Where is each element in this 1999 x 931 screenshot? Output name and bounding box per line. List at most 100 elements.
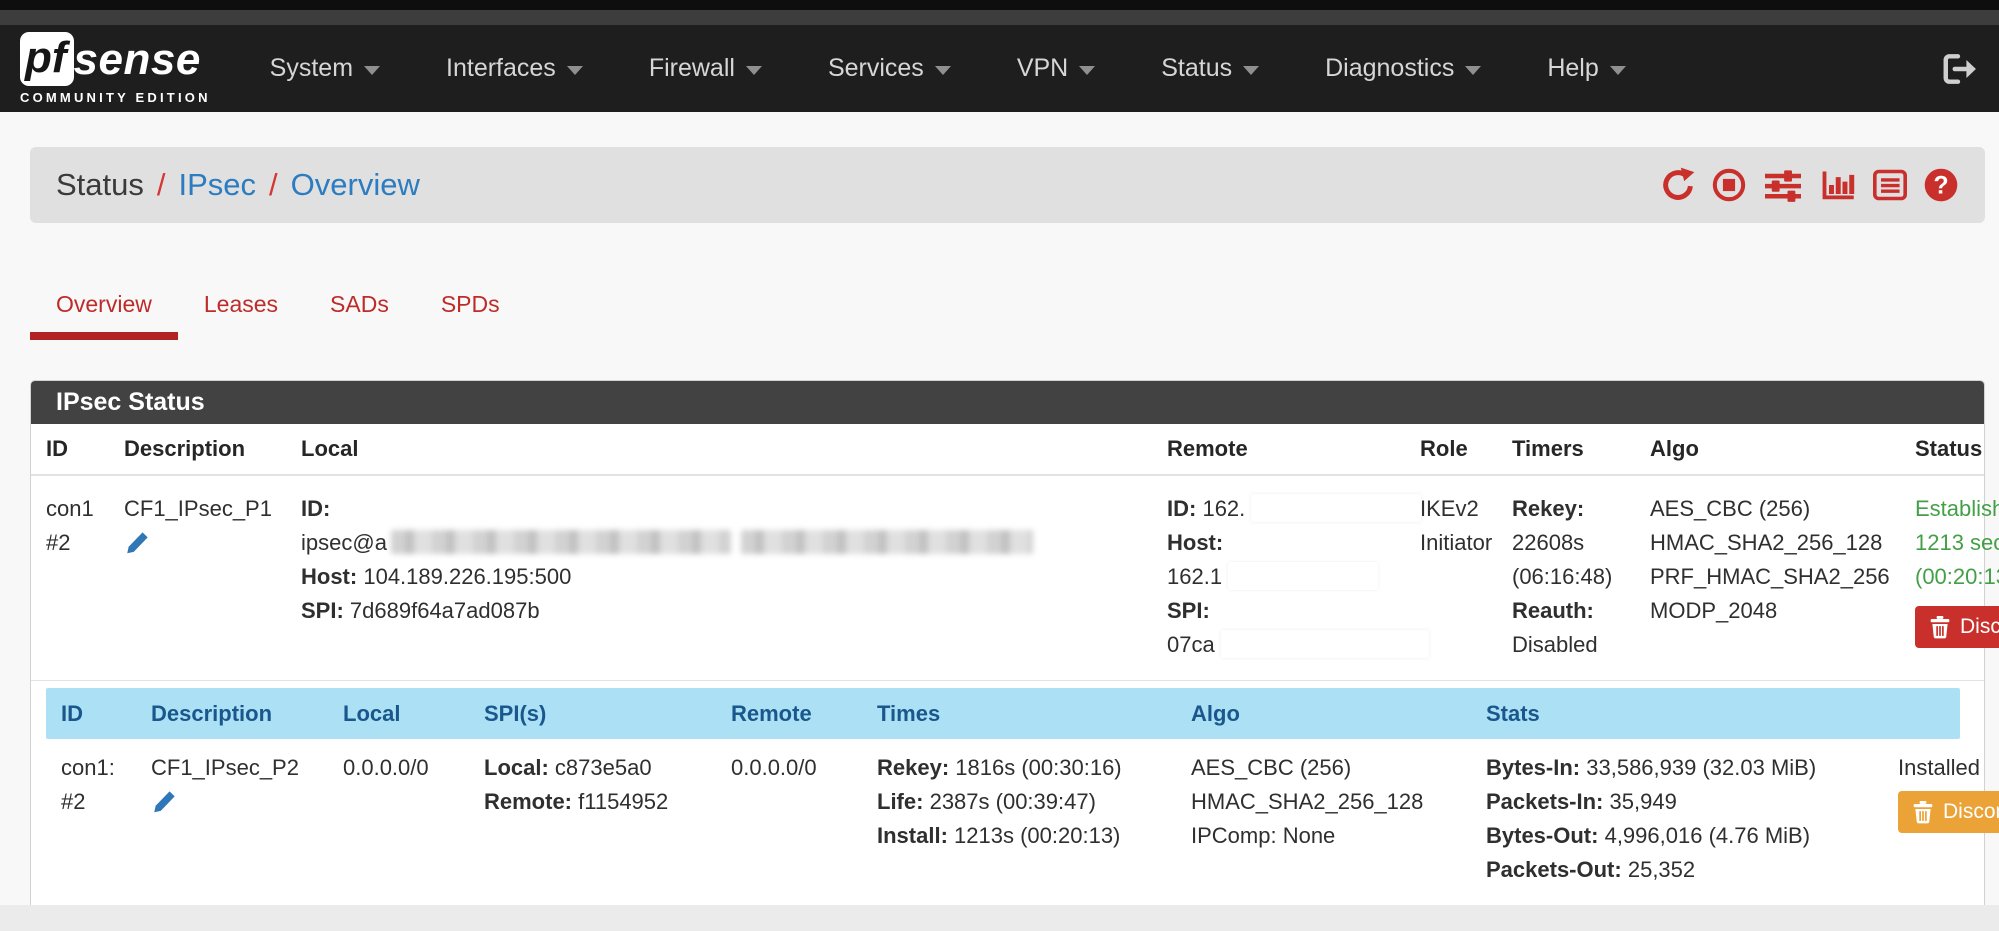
chevron-down-icon	[935, 66, 951, 75]
nav-item-label: Status	[1161, 54, 1232, 83]
redacted-box	[1221, 630, 1429, 658]
nav-item-vpn[interactable]: VPN	[984, 54, 1128, 83]
svg-text:?: ?	[1933, 172, 1948, 199]
ipsec-status-panel: IPsec Status ID Description Local Remote…	[30, 380, 1985, 912]
col-header-role: Role	[1420, 436, 1512, 462]
window-top-strip	[0, 0, 1999, 10]
ike-table-header: ID Description Local Remote Role Timers …	[31, 424, 1984, 476]
nav-item-label: Help	[1547, 54, 1598, 83]
cell-local: ID: ipsec@a Host: 104.189.226.195:500 SP…	[301, 492, 1167, 662]
nav-item-status[interactable]: Status	[1128, 54, 1292, 83]
nav-item-interfaces[interactable]: Interfaces	[413, 54, 616, 83]
chevron-down-icon	[567, 66, 583, 75]
nav-item-label: Firewall	[649, 54, 735, 83]
nav-item-label: VPN	[1017, 54, 1068, 83]
trash-icon	[1929, 615, 1951, 639]
nav-item-help[interactable]: Help	[1514, 54, 1658, 83]
tab-leases[interactable]: Leases	[178, 275, 304, 340]
bar-chart-icon[interactable]	[1819, 167, 1857, 203]
col-header-algo: Algo	[1191, 701, 1486, 727]
cell-id: con1: #2	[61, 751, 151, 887]
redacted-box	[1251, 494, 1421, 522]
chevron-down-icon	[364, 66, 380, 75]
nav-item-services[interactable]: Services	[795, 54, 984, 83]
pfsense-ipsec-status-page: pf sense COMMUNITY EDITION System Interf…	[0, 0, 1999, 931]
nav-item-system[interactable]: System	[237, 54, 413, 83]
cell-status: Installed	[1898, 751, 1999, 887]
col-header-local: Local	[343, 701, 484, 727]
disconnect-button[interactable]: Disconnect	[1898, 791, 1999, 833]
child-sa-table: ID Description Local SPI(s) Remote Times…	[46, 688, 1960, 911]
chevron-down-icon	[746, 66, 762, 75]
logo-sense-text: sense	[74, 38, 201, 86]
cell-times: Rekey: 1816s (00:30:16) Life: 2387s (00:…	[877, 751, 1191, 887]
cell-description: CF1_IPsec_P2	[151, 751, 343, 887]
pencil-icon[interactable]	[124, 530, 150, 566]
col-header-id: ID	[61, 701, 151, 727]
pfsense-logo[interactable]: pf sense COMMUNITY EDITION	[20, 32, 211, 105]
col-header-remote: Remote	[731, 701, 877, 727]
col-header-spis: SPI(s)	[484, 701, 731, 727]
disconnect-button[interactable]: Disconnect	[1915, 606, 1999, 648]
sliders-icon[interactable]	[1761, 167, 1805, 203]
breadcrumb-separator: /	[269, 167, 278, 203]
chevron-down-icon	[1610, 66, 1626, 75]
nav-item-label: Interfaces	[446, 54, 556, 83]
redacted-blur	[741, 530, 1033, 554]
nav-item-label: System	[270, 54, 353, 83]
page-toolbar: ?	[1659, 167, 1959, 203]
breadcrumb: Status / IPsec / Overview	[30, 147, 1985, 223]
col-header-local: Local	[301, 436, 1167, 462]
col-header-algo: Algo	[1650, 436, 1915, 462]
col-header-timers: Timers	[1512, 436, 1650, 462]
col-header-times: Times	[877, 701, 1191, 727]
tab-bar: Overview Leases SADs SPDs	[30, 275, 1969, 340]
page-background-strip	[0, 905, 1999, 931]
table-row: con1 #2 CF1_IPsec_P1 ID: ipsec@a Host: 1…	[31, 476, 1984, 681]
breadcrumb-link-overview[interactable]: Overview	[291, 167, 420, 203]
cell-spis: Local: c873e5a0 Remote: f1154952	[484, 751, 731, 887]
breadcrumb-link-ipsec[interactable]: IPsec	[179, 167, 257, 203]
cell-id: con1 #2	[46, 492, 124, 662]
pencil-icon[interactable]	[151, 789, 177, 825]
col-header-id: ID	[46, 436, 124, 462]
list-icon[interactable]	[1871, 167, 1909, 203]
tab-spds[interactable]: SPDs	[415, 275, 526, 340]
tab-sads[interactable]: SADs	[304, 275, 415, 340]
col-header-remote: Remote	[1167, 436, 1420, 462]
cell-timers: Rekey: 22608s (06:16:48) Reauth: Disable…	[1512, 492, 1650, 662]
cell-remote: 0.0.0.0/0	[731, 751, 877, 887]
cell-algo: AES_CBC (256) HMAC_SHA2_256_128 PRF_HMAC…	[1650, 492, 1915, 662]
status-established: Established	[1915, 492, 1999, 526]
nav-menu: System Interfaces Firewall Services VPN …	[237, 54, 1659, 83]
panel-title: IPsec Status	[31, 381, 1984, 424]
logo-pf-mark: pf	[20, 32, 74, 86]
table-row: con1: #2 CF1_IPsec_P2 0.0.0.0/0 Local: c…	[46, 739, 1960, 893]
help-icon[interactable]: ?	[1923, 167, 1959, 203]
status-installed: Installed	[1898, 751, 1999, 785]
logo-tagline: COMMUNITY EDITION	[20, 90, 211, 105]
chevron-down-icon	[1079, 66, 1095, 75]
cell-remote: ID: 162. Host: 162.1 SPI: 07ca	[1167, 492, 1420, 662]
cell-description: CF1_IPsec_P1	[124, 492, 301, 662]
chevron-down-icon	[1243, 66, 1259, 75]
col-header-description: Description	[124, 436, 301, 462]
sign-out-icon[interactable]	[1941, 52, 1977, 86]
main-navbar: pf sense COMMUNITY EDITION System Interf…	[0, 25, 1999, 112]
nav-item-firewall[interactable]: Firewall	[616, 54, 795, 83]
tab-overview[interactable]: Overview	[30, 275, 178, 340]
stop-icon[interactable]	[1711, 167, 1747, 203]
breadcrumb-section: Status	[56, 167, 144, 203]
breadcrumb-separator: /	[157, 167, 166, 203]
col-header-description: Description	[151, 701, 343, 727]
refresh-icon[interactable]	[1659, 167, 1697, 203]
cell-algo: AES_CBC (256) HMAC_SHA2_256_128 IPComp: …	[1191, 751, 1486, 887]
child-sa-header: ID Description Local SPI(s) Remote Times…	[46, 688, 1960, 739]
chevron-down-icon	[1465, 66, 1481, 75]
col-header-stats: Stats	[1486, 701, 1898, 727]
window-title-strip	[0, 10, 1999, 25]
nav-item-diagnostics[interactable]: Diagnostics	[1292, 54, 1514, 83]
cell-status: Established 1213 seconds (00:20:13)	[1915, 492, 1999, 662]
redacted-box	[1228, 562, 1378, 590]
col-header-status: Status	[1915, 436, 1999, 462]
